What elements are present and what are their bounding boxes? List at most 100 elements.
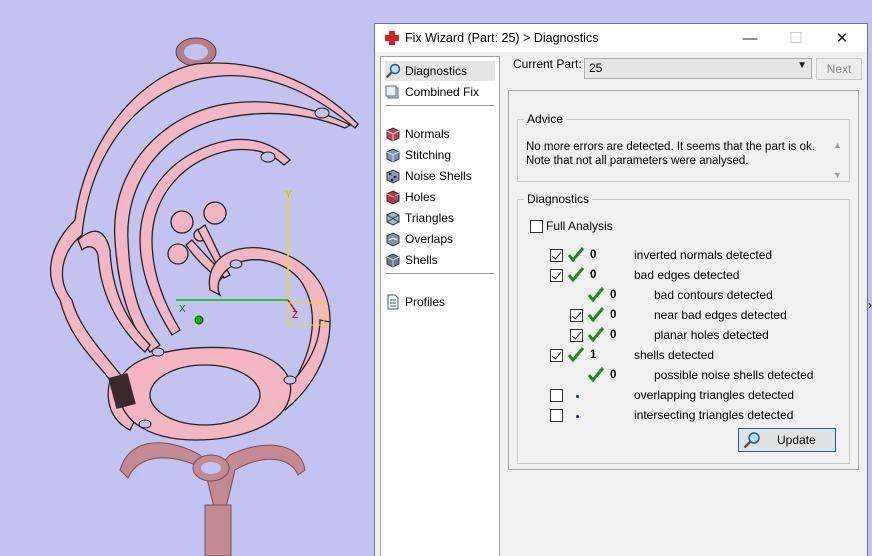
scroll-down-icon[interactable]: ▼ xyxy=(833,170,842,180)
noise-shells-icon xyxy=(386,169,400,184)
update-button[interactable]: Update xyxy=(738,428,836,452)
nav-item-shells[interactable]: Shells xyxy=(385,250,438,270)
close-button[interactable]: ✕ xyxy=(819,24,865,52)
nav-item-label: Diagnostics xyxy=(405,64,468,78)
nav-item-label: Stitching xyxy=(405,148,452,162)
svg-text:X: X xyxy=(179,304,186,315)
overlapping-triangles-label: overlapping triangles detected xyxy=(634,388,795,402)
shells-cube-icon xyxy=(386,253,400,268)
planar-holes-label: planar holes detected xyxy=(654,328,769,342)
current-part-label: Current Part: xyxy=(513,57,582,71)
nav-item-normals[interactable]: Normals xyxy=(385,124,450,144)
update-button-label: Update xyxy=(777,433,816,447)
nav-item-noise-shells[interactable]: Noise Shells xyxy=(385,166,472,186)
nav-divider xyxy=(385,105,495,106)
bad-edges-label: bad edges detected xyxy=(634,268,740,282)
nav-item-combined-fix[interactable]: Combined Fix xyxy=(385,82,479,102)
magnifier-icon xyxy=(385,63,401,79)
bad-contours-label: bad contours detected xyxy=(654,288,773,302)
green-check-icon xyxy=(588,307,604,323)
document-icon xyxy=(387,294,399,310)
bad-edges-count: 0 xyxy=(590,269,597,281)
bad-contours-count: 0 xyxy=(610,289,617,301)
near-bad-edges-count: 0 xyxy=(610,309,617,321)
full-analysis-label: Full Analysis xyxy=(546,219,613,233)
window-title: Fix Wizard (Part: 25) > Diagnostics xyxy=(405,31,599,45)
nav-item-triangles[interactable]: Triangles xyxy=(385,208,454,228)
noise-shells-label: possible noise shells detected xyxy=(654,368,814,382)
overlaps-cube-icon xyxy=(386,232,400,247)
stem xyxy=(119,442,306,556)
3d-viewport[interactable]: .pk { fill: #f4b6c2; stroke: #222; strok… xyxy=(0,0,378,556)
cube-stack-icon xyxy=(385,85,399,99)
close-icon: ✕ xyxy=(835,30,849,47)
diagnostics-legend: Diagnostics xyxy=(527,192,590,206)
maximize-icon: ☐ xyxy=(789,30,803,47)
top-ring xyxy=(175,37,217,67)
planar-holes-count: 0 xyxy=(610,329,617,341)
intersecting-triangles-label: intersecting triangles detected xyxy=(634,408,794,422)
magnifier-icon xyxy=(743,432,760,449)
chevron-down-icon: ▼ xyxy=(797,60,807,71)
nav-item-label: Profiles xyxy=(405,295,446,309)
bad-edges-checkbox[interactable] xyxy=(550,269,563,282)
svg-text:Z: Z xyxy=(292,310,298,321)
nav-item-label: Normals xyxy=(405,127,450,141)
svg-text:Y: Y xyxy=(285,190,292,201)
wizard-nav: Diagnostics Combined Fix Normals Stitchi… xyxy=(380,56,500,556)
triangles-icon xyxy=(386,211,400,226)
nav-item-label: Combined Fix xyxy=(405,85,480,99)
full-analysis-checkbox[interactable] xyxy=(530,220,543,233)
diagnostics-group: Diagnostics Full Analysis 0 inverted nor… xyxy=(517,192,850,464)
edge-marker: › xyxy=(868,298,872,312)
planar-holes-checkbox[interactable] xyxy=(570,329,583,342)
green-check-icon xyxy=(588,367,604,383)
green-check-icon xyxy=(588,287,604,303)
advice-text: No more errors are detected. It seems th… xyxy=(526,140,826,168)
pendant-model: .pk { fill: #f4b6c2; stroke: #222; strok… xyxy=(49,37,359,556)
stitching-cube-icon xyxy=(386,148,400,163)
diagnostics-panel: Advice No more errors are detected. It s… xyxy=(508,90,859,470)
advice-scrollbar[interactable]: ▲ ▼ xyxy=(831,140,845,186)
scroll-up-icon[interactable]: ▲ xyxy=(833,140,842,150)
green-check-icon xyxy=(568,247,584,263)
inverted-normals-count: 0 xyxy=(590,249,597,261)
advice-group: Advice No more errors are detected. It s… xyxy=(517,112,850,182)
shells-label: shells detected xyxy=(634,348,715,362)
nav-item-label: Overlaps xyxy=(405,232,454,246)
advice-legend: Advice xyxy=(527,112,564,126)
nav-item-label: Noise Shells xyxy=(405,169,472,183)
normals-cube-icon xyxy=(386,127,400,142)
nav-item-profiles[interactable]: Profiles xyxy=(385,292,445,312)
advice-line: No more errors are detected. It seems th… xyxy=(526,141,815,153)
pending-dot-icon xyxy=(576,395,579,398)
nav-divider xyxy=(385,273,495,274)
inverted-normals-checkbox[interactable] xyxy=(550,249,563,262)
bottom-bowl xyxy=(108,346,292,441)
nav-item-stitching[interactable]: Stitching xyxy=(385,145,451,165)
fix-wizard-window: Fix Wizard (Part: 25) > Diagnostics — ☐ … xyxy=(374,23,868,556)
nav-item-diagnostics[interactable]: Diagnostics xyxy=(385,61,495,81)
nav-item-holes[interactable]: Holes xyxy=(385,187,436,207)
noise-shells-count: 0 xyxy=(610,369,617,381)
current-part-value: 25 xyxy=(589,61,603,75)
next-button[interactable]: Next xyxy=(816,58,862,80)
nav-item-label: Triangles xyxy=(405,211,454,225)
intersecting-triangles-checkbox[interactable] xyxy=(550,409,563,422)
green-check-icon xyxy=(568,347,584,363)
nav-item-label: Holes xyxy=(405,190,436,204)
minimize-button[interactable]: — xyxy=(727,24,773,52)
inverted-normals-label: inverted normals detected xyxy=(634,248,773,262)
green-check-icon xyxy=(568,267,584,283)
nav-item-label: Shells xyxy=(405,253,438,267)
overlapping-triangles-checkbox[interactable] xyxy=(550,389,563,402)
shells-count: 1 xyxy=(590,349,597,361)
current-part-select[interactable]: 25 ▼ xyxy=(584,58,812,79)
nav-item-overlaps[interactable]: Overlaps xyxy=(385,229,453,249)
pending-dot-icon xyxy=(576,415,579,418)
maximize-button[interactable]: ☐ xyxy=(773,24,819,52)
near-bad-edges-checkbox[interactable] xyxy=(570,309,583,322)
shells-checkbox[interactable] xyxy=(550,349,563,362)
title-bar[interactable]: Fix Wizard (Part: 25) > Diagnostics — ☐ … xyxy=(375,24,867,52)
green-check-icon xyxy=(588,327,604,343)
